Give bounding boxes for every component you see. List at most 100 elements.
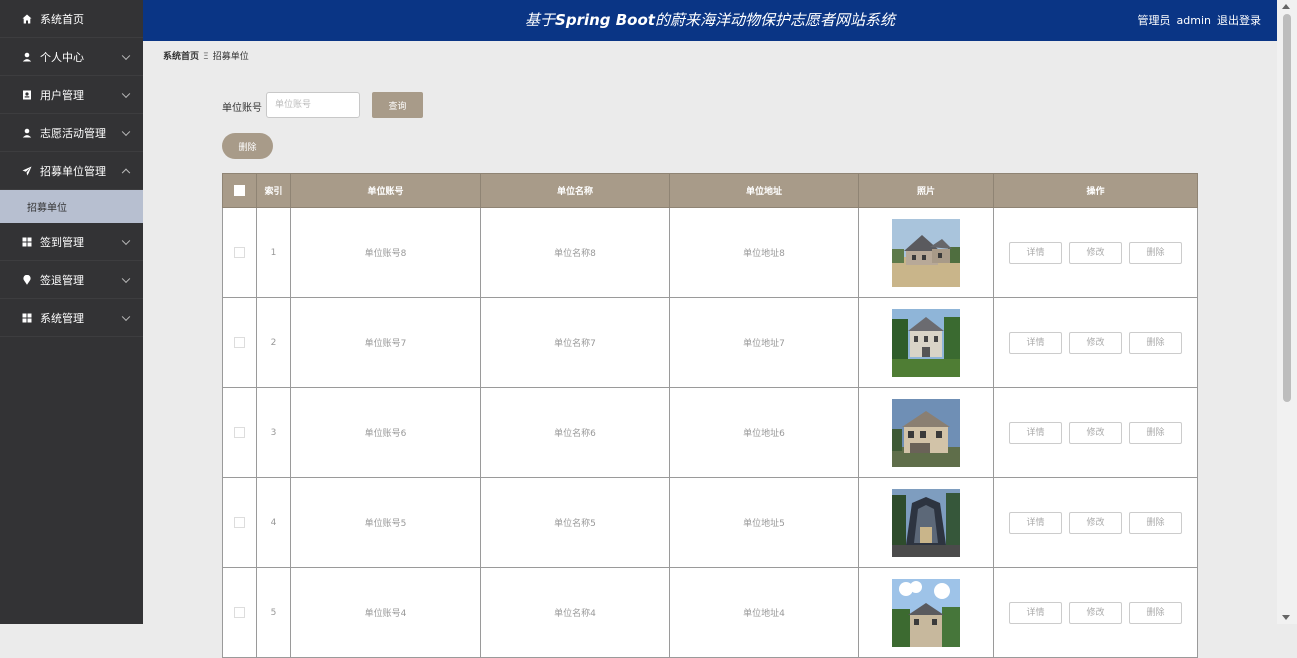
row-select-cell (222, 207, 257, 298)
home-icon (20, 14, 34, 24)
unit-photo[interactable] (892, 308, 960, 377)
unit-table: 索引 单位账号 单位名称 单位地址 照片 操作 1 单位账号8 单位名称8 单位… (222, 173, 1198, 658)
name-cell: 单位名称7 (480, 297, 670, 388)
chevron-down-icon (121, 274, 131, 283)
actions-cell: 详情 修改 删除 (993, 387, 1198, 478)
logout-link[interactable]: 退出登录 (1217, 14, 1261, 27)
column-header-photo: 照片 (858, 173, 994, 208)
title-prefix: 基于 (525, 11, 556, 29)
query-button[interactable]: 查询 (372, 92, 423, 118)
page-title: 基于Spring Boot的蔚来海洋动物保护志愿者网站系统 (143, 0, 1277, 41)
unit-photo[interactable] (892, 218, 960, 287)
index-cell: 4 (256, 477, 291, 568)
sidebar-item-label: 招募单位管理 (40, 164, 106, 178)
sidebar-item-label: 系统首页 (40, 12, 84, 26)
chevron-down-icon (121, 51, 131, 60)
edit-button[interactable]: 修改 (1069, 241, 1122, 264)
delete-button[interactable]: 删除 (1129, 241, 1182, 264)
id-card-icon (20, 90, 34, 100)
pin-icon (20, 274, 34, 285)
column-header-account: 单位账号 (290, 173, 481, 208)
account-cell: 单位账号4 (290, 567, 481, 658)
search-input[interactable] (266, 92, 360, 118)
row-actions: 详情 修改 删除 (994, 241, 1197, 264)
sidebar-item-home[interactable]: 系统首页 (0, 0, 143, 38)
row-actions: 详情 修改 删除 (994, 601, 1197, 624)
username: admin (1176, 14, 1211, 27)
photo-cell (858, 207, 994, 298)
edit-button[interactable]: 修改 (1069, 421, 1122, 444)
row-actions: 详情 修改 删除 (994, 511, 1197, 534)
sidebar-item-label: 志愿活动管理 (40, 126, 106, 140)
delete-selected-button[interactable]: 删除 (222, 133, 273, 159)
column-header-address: 单位地址 (669, 173, 859, 208)
address-cell: 单位地址5 (669, 477, 859, 568)
delete-button[interactable]: 删除 (1129, 601, 1182, 624)
index-cell: 1 (256, 207, 291, 298)
chevron-down-icon (121, 127, 131, 136)
detail-button[interactable]: 详情 (1009, 331, 1062, 354)
detail-button[interactable]: 详情 (1009, 511, 1062, 534)
actions-cell: 详情 修改 删除 (993, 567, 1198, 658)
account-cell: 单位账号5 (290, 477, 481, 568)
sidebar-item-recruit-unit[interactable]: 招募单位管理 (0, 152, 143, 190)
breadcrumb-home[interactable]: 系统首页 (163, 52, 199, 62)
delete-button[interactable]: 删除 (1129, 331, 1182, 354)
chevron-down-icon (121, 236, 131, 245)
title-suffix: 的蔚来海洋动物保护志愿者网站系统 (654, 11, 895, 29)
sidebar-item-label: 个人中心 (40, 50, 84, 64)
user-icon (20, 52, 34, 62)
detail-button[interactable]: 详情 (1009, 601, 1062, 624)
row-checkbox[interactable] (234, 607, 245, 618)
row-checkbox[interactable] (234, 517, 245, 528)
row-checkbox[interactable] (234, 337, 245, 348)
row-checkbox[interactable] (234, 247, 245, 258)
sidebar-item-profile[interactable]: 个人中心 (0, 38, 143, 76)
column-header-actions: 操作 (993, 173, 1198, 208)
chevron-down-icon (121, 312, 131, 321)
column-header-name: 单位名称 (480, 173, 670, 208)
row-checkbox[interactable] (234, 427, 245, 438)
user-role: 管理员 (1137, 14, 1171, 27)
sidebar-item-label: 用户管理 (40, 88, 84, 102)
row-actions: 详情 修改 删除 (994, 421, 1197, 444)
sidebar-item-system[interactable]: 系统管理 (0, 299, 143, 337)
scroll-down-arrow-icon[interactable] (1282, 615, 1290, 620)
detail-button[interactable]: 详情 (1009, 241, 1062, 264)
name-cell: 单位名称5 (480, 477, 670, 568)
sidebar-subitem-recruit-unit[interactable]: 招募单位 (0, 190, 143, 223)
scroll-up-arrow-icon[interactable] (1282, 4, 1290, 9)
table-row: 5 单位账号4 单位名称4 单位地址4 详情 修改 删除 (222, 567, 1198, 658)
edit-button[interactable]: 修改 (1069, 511, 1122, 534)
detail-button[interactable]: 详情 (1009, 421, 1062, 444)
row-select-cell (222, 387, 257, 478)
sidebar-item-users[interactable]: 用户管理 (0, 76, 143, 114)
table-header-row: 索引 单位账号 单位名称 单位地址 照片 操作 (222, 173, 1198, 208)
unit-photo[interactable] (892, 398, 960, 467)
unit-photo[interactable] (892, 578, 960, 647)
photo-cell (858, 477, 994, 568)
delete-button[interactable]: 删除 (1129, 511, 1182, 534)
actions-cell: 详情 修改 删除 (993, 297, 1198, 388)
select-all-checkbox[interactable] (234, 185, 245, 196)
sidebar-item-checkout[interactable]: 签退管理 (0, 261, 143, 299)
name-cell: 单位名称4 (480, 567, 670, 658)
edit-button[interactable]: 修改 (1069, 331, 1122, 354)
grid-icon (20, 237, 34, 247)
account-cell: 单位账号7 (290, 297, 481, 388)
sidebar-item-checkin[interactable]: 签到管理 (0, 223, 143, 261)
address-cell: 单位地址7 (669, 297, 859, 388)
vertical-scrollbar[interactable] (1277, 0, 1297, 624)
breadcrumb-separator: Ξ (203, 52, 209, 62)
name-cell: 单位名称8 (480, 207, 670, 298)
breadcrumb-current: 招募单位 (212, 52, 249, 62)
unit-photo[interactable] (892, 488, 960, 557)
delete-button[interactable]: 删除 (1129, 421, 1182, 444)
index-cell: 3 (256, 387, 291, 478)
search-label: 单位账号 (222, 103, 262, 114)
scrollbar-thumb[interactable] (1283, 14, 1291, 402)
sidebar-item-volunteer-activity[interactable]: 志愿活动管理 (0, 114, 143, 152)
edit-button[interactable]: 修改 (1069, 601, 1122, 624)
top-header: 基于Spring Boot的蔚来海洋动物保护志愿者网站系统 管理员 admin 退出… (143, 0, 1277, 41)
column-header-select (222, 173, 257, 208)
